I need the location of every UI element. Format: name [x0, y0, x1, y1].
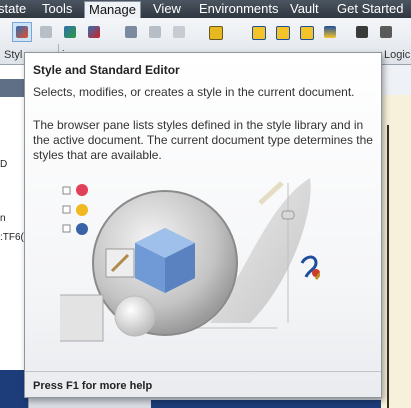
purge-icon [88, 26, 100, 38]
forms-icon [380, 26, 392, 38]
tree-expand-icon [62, 186, 71, 195]
browser-text: D [0, 159, 8, 170]
purge-style-button[interactable] [84, 22, 104, 42]
tooltip-footer: Press F1 for more help [33, 380, 153, 392]
browser-text: :TF6( [0, 232, 24, 243]
material-style-icon [76, 223, 88, 235]
create-icon [276, 26, 290, 40]
tooltip-footer-separator [25, 371, 381, 372]
tab-vault[interactable]: Vault [290, 0, 319, 18]
place-icon [300, 26, 314, 40]
tree-expand-icon [62, 224, 71, 233]
style-editor-icon [16, 26, 28, 38]
update-style-button[interactable] [36, 22, 56, 42]
settings-icon [209, 26, 223, 40]
parameters-icon [252, 26, 266, 40]
sort-button[interactable] [320, 22, 340, 42]
tooltip-body: The browser pane lists styles defined in… [33, 118, 373, 162]
parameters-button[interactable] [248, 22, 268, 42]
save-style-button[interactable] [60, 22, 80, 42]
drawing-toolbar [381, 65, 411, 95]
style-editor-large-icon [300, 255, 320, 280]
drawing-frame [387, 125, 411, 408]
tooltip-illustration [60, 178, 320, 342]
tab-manage[interactable]: Manage [84, 1, 141, 19]
tree-expand-icon [62, 205, 71, 214]
rules-icon [356, 26, 368, 38]
update-icon [40, 26, 52, 38]
import-button[interactable] [121, 22, 141, 42]
small-sphere [114, 295, 156, 337]
save-styles-icon [64, 26, 76, 38]
style-editor-button[interactable] [12, 22, 32, 42]
tooltip-title: Style and Standard Editor [33, 63, 180, 77]
ribbon-tab-bar: state Tools Manage View Environments Vau… [0, 0, 411, 19]
tab-view[interactable]: View [153, 0, 181, 18]
image-icon [173, 26, 185, 38]
sort-icon [324, 26, 336, 38]
style-editor-tooltip: Style and Standard Editor Selects, modif… [24, 52, 382, 398]
browser-text: n [0, 213, 6, 224]
lighting-style-icon [76, 204, 88, 216]
import-icon [125, 26, 137, 38]
tab-environments[interactable]: Environments [199, 0, 278, 18]
place-button[interactable] [296, 22, 316, 42]
panel-label-styles: Styl [4, 49, 23, 61]
image-button[interactable] [169, 22, 189, 42]
tab-tools[interactable]: Tools [42, 0, 72, 18]
ilogic-rules-button[interactable] [352, 22, 372, 42]
document-tab-strip [151, 400, 381, 408]
tab-get-started[interactable]: Get Started [337, 0, 403, 18]
create-button[interactable] [272, 22, 292, 42]
drawing-area[interactable] [381, 65, 411, 408]
ilogic-forms-button[interactable] [376, 22, 396, 42]
tooltip-subtitle: Selects, modifies, or creates a style in… [33, 85, 355, 99]
tab-annotate[interactable]: state [0, 0, 26, 18]
export-button[interactable] [145, 22, 165, 42]
panel-label-ilogic: Logic [384, 49, 411, 61]
color-style-icon [76, 184, 88, 196]
slider-handle [281, 210, 295, 220]
swatch-square [60, 294, 104, 342]
document-settings-button[interactable] [205, 22, 225, 42]
export-icon [149, 26, 161, 38]
